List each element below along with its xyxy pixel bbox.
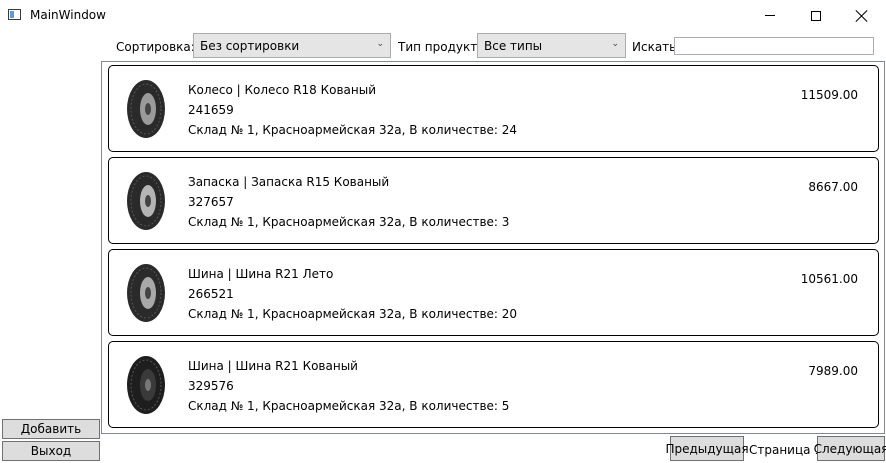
page-indicator: Страница 1 xyxy=(749,443,822,457)
next-page-button[interactable]: Следующая xyxy=(814,436,886,461)
product-stock: Склад № 1, Красноармейская 32а, В количе… xyxy=(188,399,510,413)
product-article: 241659 xyxy=(188,103,234,117)
list-item[interactable]: Запаска | Запаска R15 Кованый 327657 Скл… xyxy=(108,157,879,244)
product-price: 10561.00 xyxy=(800,272,858,286)
minimize-icon xyxy=(765,15,775,16)
title-bar: MainWindow xyxy=(0,0,886,31)
product-title: Шина | Шина R21 Кованый xyxy=(188,359,358,373)
previous-page-button[interactable]: Предыдущая xyxy=(665,436,749,461)
minimize-button[interactable] xyxy=(747,0,793,31)
product-list[interactable]: Колесо | Колесо R18 Кованый 241659 Склад… xyxy=(101,61,885,434)
product-price: 8667.00 xyxy=(808,180,858,194)
product-stock: Склад № 1, Красноармейская 32а, В количе… xyxy=(188,307,518,321)
product-type-combobox[interactable]: Все типы ⌄ xyxy=(477,33,626,58)
tire-image xyxy=(127,172,165,230)
search-input[interactable] xyxy=(674,37,874,55)
product-title: Запаска | Запаска R15 Кованый xyxy=(188,175,390,189)
app-window-icon xyxy=(8,9,21,20)
product-stock: Склад № 1, Красноармейская 32а, В количе… xyxy=(188,215,510,229)
tire-image xyxy=(127,264,165,322)
product-stock: Склад № 1, Красноармейская 32а, В количе… xyxy=(188,123,518,137)
product-article: 327657 xyxy=(188,195,234,209)
tire-image xyxy=(127,80,165,138)
maximize-button[interactable] xyxy=(793,0,839,31)
product-title: Шина | Шина R21 Лето xyxy=(188,267,334,281)
sort-label: Сортировка: xyxy=(116,40,195,54)
maximize-icon xyxy=(811,10,821,21)
sort-combobox[interactable]: Без сортировки ⌄ xyxy=(193,33,391,58)
list-item[interactable]: Колесо | Колесо R18 Кованый 241659 Склад… xyxy=(108,65,879,152)
window-title: MainWindow xyxy=(30,8,106,22)
product-price: 7989.00 xyxy=(808,364,858,378)
tire-image xyxy=(127,356,165,414)
product-article: 266521 xyxy=(188,287,234,301)
product-article: 329576 xyxy=(188,379,234,393)
close-button[interactable] xyxy=(839,0,885,31)
product-title: Колесо | Колесо R18 Кованый xyxy=(188,83,377,97)
list-item[interactable]: Шина | Шина R21 Кованый 329576 Склад № 1… xyxy=(108,341,879,428)
add-button[interactable]: Добавить xyxy=(2,419,100,439)
chevron-down-icon: ⌄ xyxy=(611,39,619,49)
exit-button[interactable]: Выход xyxy=(2,441,100,461)
sort-selected-value: Без сортировки xyxy=(200,39,300,53)
chevron-down-icon: ⌄ xyxy=(376,39,384,49)
list-item[interactable]: Шина | Шина R21 Лето 266521 Склад № 1, К… xyxy=(108,249,879,336)
product-price: 11509.00 xyxy=(800,88,858,102)
search-label: Искать xyxy=(632,40,677,54)
close-icon xyxy=(856,10,868,22)
product-type-label: Тип продукта xyxy=(398,40,485,54)
product-type-selected-value: Все типы xyxy=(484,39,543,53)
